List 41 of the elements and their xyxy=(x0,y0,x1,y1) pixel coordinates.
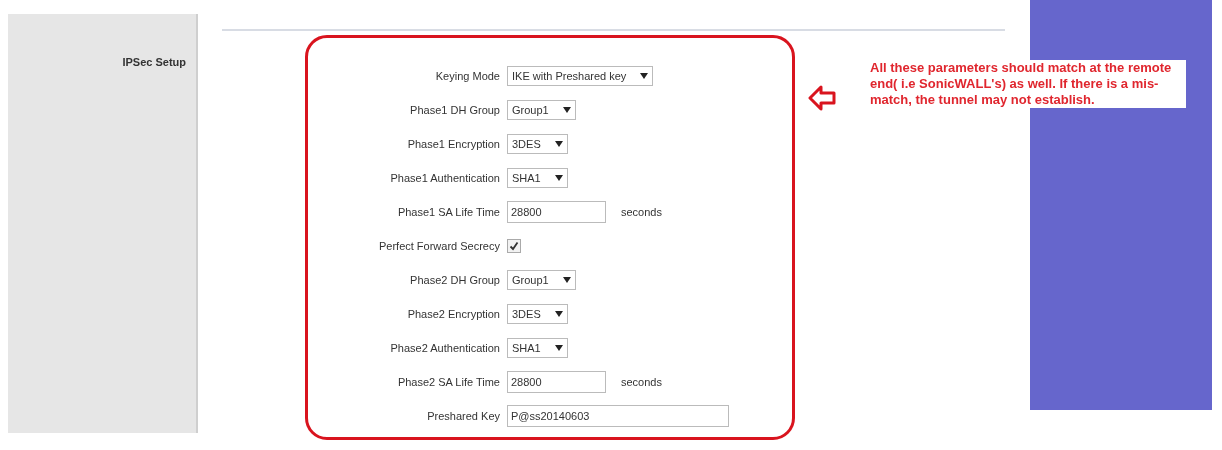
caret-icon xyxy=(554,141,563,147)
caret-icon xyxy=(562,277,571,283)
caret-icon xyxy=(554,175,563,181)
dropdown[interactable]: Group1 xyxy=(507,270,576,290)
caret-icon xyxy=(640,73,649,79)
input-field[interactable]: 28800 xyxy=(507,371,606,393)
field-label: Keying Mode xyxy=(434,68,500,84)
field-label: Phase1 Encryption xyxy=(406,136,500,152)
caret-icon xyxy=(554,345,563,351)
field-label: Phase2 Authentication xyxy=(389,340,500,356)
caret-icon xyxy=(554,311,563,317)
field-label: Preshared Key xyxy=(426,408,500,424)
arrow-icon xyxy=(808,84,836,112)
annotation-text: All these parameters should match at the remote end( i.e SonicWALL's) as well. If there is a mis-match, the tunnel may not establish. xyxy=(868,60,1186,108)
field-label: Phase1 DH Group xyxy=(409,102,500,118)
field-label: Phase2 SA Life Time xyxy=(396,374,500,390)
unit-label: seconds xyxy=(621,204,662,220)
dropdown-value: 3DES xyxy=(512,306,541,322)
checkbox[interactable] xyxy=(507,239,521,253)
field-label: Phase1 SA Life Time xyxy=(396,204,500,220)
dropdown[interactable]: 3DES xyxy=(507,134,568,154)
input-field[interactable]: P@ss20140603 xyxy=(507,405,729,427)
caret-icon xyxy=(562,107,571,113)
dropdown-value: Group1 xyxy=(512,272,549,288)
dropdown[interactable]: SHA1 xyxy=(507,338,568,358)
dropdown-value: 3DES xyxy=(512,136,541,152)
dropdown[interactable]: Group1 xyxy=(507,100,576,120)
unit-label: seconds xyxy=(621,374,662,390)
input-field[interactable]: 28800 xyxy=(507,201,606,223)
dropdown-value: SHA1 xyxy=(512,340,541,356)
section-label: IPSec Setup xyxy=(122,55,186,69)
field-label: Phase2 Encryption xyxy=(406,306,500,322)
field-label: Phase1 Authentication xyxy=(389,170,500,186)
dropdown[interactable]: IKE with Preshared key xyxy=(507,66,654,86)
dropdown-value: SHA1 xyxy=(512,170,541,186)
field-label: Phase2 DH Group xyxy=(409,272,500,288)
dropdown-value: IKE with Preshared key xyxy=(512,68,627,84)
dropdown[interactable]: SHA1 xyxy=(507,168,568,188)
field-label: Perfect Forward Secrecy xyxy=(377,238,500,254)
dropdown[interactable]: 3DES xyxy=(507,304,568,324)
dropdown-value: Group1 xyxy=(512,102,549,118)
